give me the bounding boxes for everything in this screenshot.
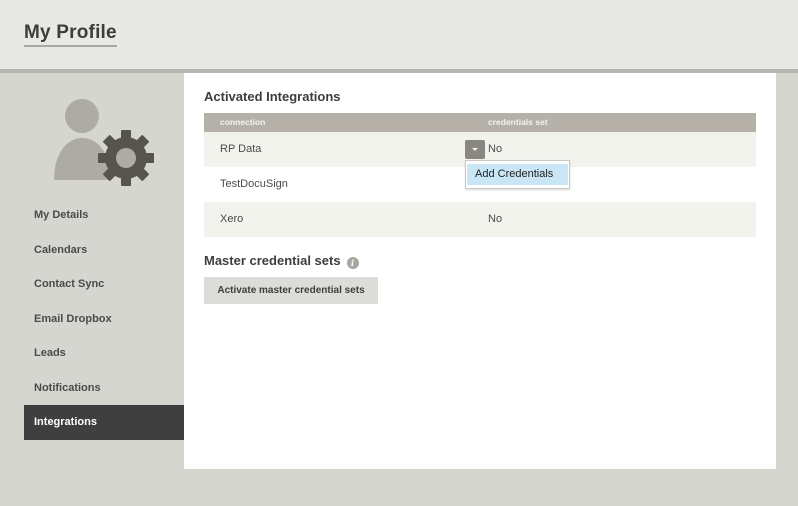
credentials-value: No bbox=[488, 143, 503, 155]
column-header-credentials-set: credentials set bbox=[488, 117, 548, 127]
page-title: My Profile bbox=[24, 22, 117, 47]
credentials-dropdown-toggle[interactable] bbox=[465, 140, 485, 159]
credentials-dropdown-menu: Add Credentials bbox=[465, 160, 570, 189]
credentials-value: No bbox=[488, 213, 503, 225]
page-header: My Profile bbox=[0, 0, 798, 70]
table-header: connection credentials set bbox=[204, 113, 756, 132]
sidebar-item-contact-sync[interactable]: Contact Sync bbox=[24, 267, 184, 302]
activated-integrations-title: Activated Integrations bbox=[204, 89, 341, 104]
column-header-connection: connection bbox=[220, 117, 266, 127]
sidebar-nav: My Details Calendars Contact Sync Email … bbox=[24, 198, 184, 440]
main-panel: Activated Integrations connection creden… bbox=[184, 73, 776, 469]
sidebar-item-integrations[interactable]: Integrations bbox=[24, 405, 184, 440]
sidebar-item-notifications[interactable]: Notifications bbox=[24, 371, 184, 406]
profile-settings-icon bbox=[50, 96, 160, 188]
sidebar-item-calendars[interactable]: Calendars bbox=[24, 233, 184, 268]
activate-master-credential-sets-button[interactable]: Activate master credential sets bbox=[204, 277, 378, 304]
connection-name: TestDocuSign bbox=[220, 178, 288, 190]
sidebar-item-my-details[interactable]: My Details bbox=[24, 198, 184, 233]
master-credential-sets-label: Master credential sets bbox=[204, 253, 341, 268]
add-credentials-option[interactable]: Add Credentials bbox=[467, 164, 568, 185]
sidebar-item-leads[interactable]: Leads bbox=[24, 336, 184, 371]
info-icon[interactable]: i bbox=[346, 257, 359, 269]
connection-name: RP Data bbox=[220, 143, 262, 155]
master-credential-sets-title: Master credential sets i bbox=[204, 253, 359, 269]
sidebar-item-email-dropbox[interactable]: Email Dropbox bbox=[24, 302, 184, 337]
table-row: Xero No bbox=[204, 202, 756, 237]
connection-name: Xero bbox=[220, 213, 244, 225]
